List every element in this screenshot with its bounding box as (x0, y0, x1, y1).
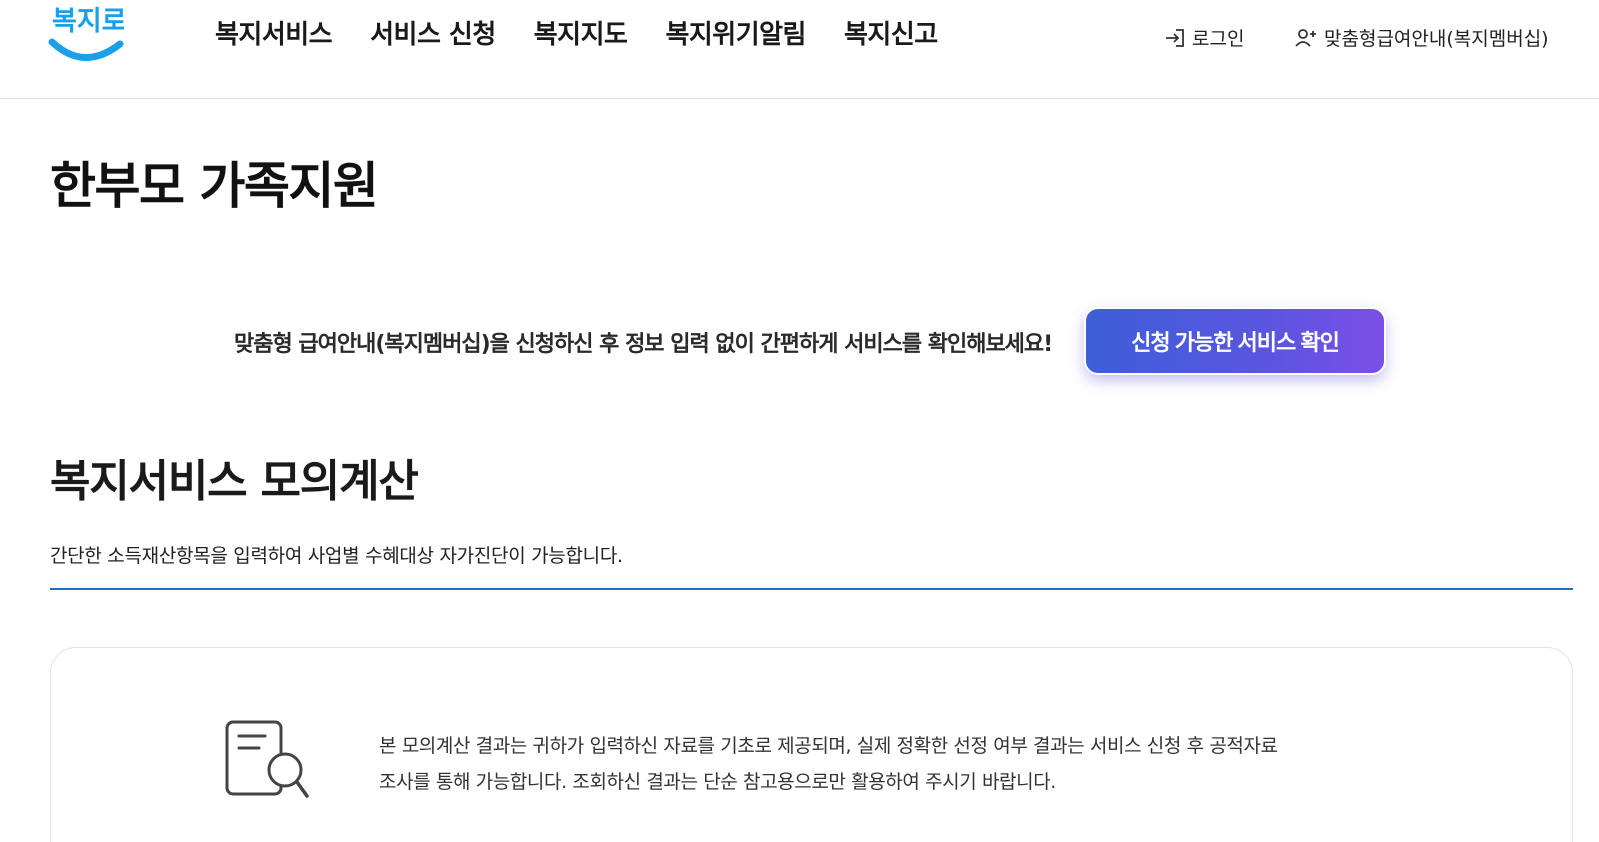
document-search-icon (225, 720, 309, 798)
svg-text:복지로: 복지로 (52, 6, 124, 37)
section-title: 복지서비스 모의계산 (50, 456, 419, 507)
nav-item-service-application[interactable]: 서비스 신청 (370, 14, 496, 51)
membership-link[interactable]: 맞춤형급여안내(복지멤버십) (1294, 24, 1549, 51)
site-logo[interactable]: 복지로 (48, 0, 127, 66)
user-plus-icon (1295, 28, 1316, 47)
notice-line-1: 본 모의계산 결과는 귀하가 입력하신 자료를 기초로 제공되며, 실제 정확한… (379, 735, 1278, 757)
bokjiro-logo-icon: 복지로 (48, 6, 127, 61)
site-header: 복지로 복지서비스 서비스 신청 복지지도 복지위기알림 복지신고 로그인 맞춤… (0, 0, 1599, 99)
notice-card: 본 모의계산 결과는 귀하가 입력하신 자료를 기초로 제공되며, 실제 정확한… (50, 647, 1573, 842)
nav-item-welfare-report[interactable]: 복지신고 (844, 14, 938, 51)
nav-item-crisis-alert[interactable]: 복지위기알림 (665, 14, 806, 51)
login-icon (1166, 28, 1184, 47)
membership-label: 맞춤형급여안내(복지멤버십) (1324, 28, 1549, 50)
notice-text: 본 모의계산 결과는 귀하가 입력하신 자료를 기초로 제공되며, 실제 정확한… (379, 728, 1279, 800)
page-title: 한부모 가족지원 (50, 157, 379, 215)
section-divider (50, 588, 1573, 590)
main-nav: 복지서비스 서비스 신청 복지지도 복지위기알림 복지신고 (215, 14, 976, 51)
nav-item-welfare-services[interactable]: 복지서비스 (215, 14, 333, 51)
login-label: 로그인 (1192, 28, 1245, 50)
nav-item-welfare-map[interactable]: 복지지도 (534, 14, 628, 51)
section-description: 간단한 소득재산항목을 입력하여 사업별 수혜대상 자가진단이 가능합니다. (50, 545, 623, 567)
login-link[interactable]: 로그인 (1164, 24, 1244, 51)
membership-promo-text: 맞춤형 급여안내(복지멤버십)을 신청하신 후 정보 입력 없이 간편하게 서비… (234, 332, 1053, 357)
check-available-services-button[interactable]: 신청 가능한 서비스 확인 (1084, 307, 1386, 375)
notice-line-2: 조사를 통해 가능합니다. 조회하신 결과는 단순 참고용으로만 활용하여 주시… (379, 771, 1056, 793)
